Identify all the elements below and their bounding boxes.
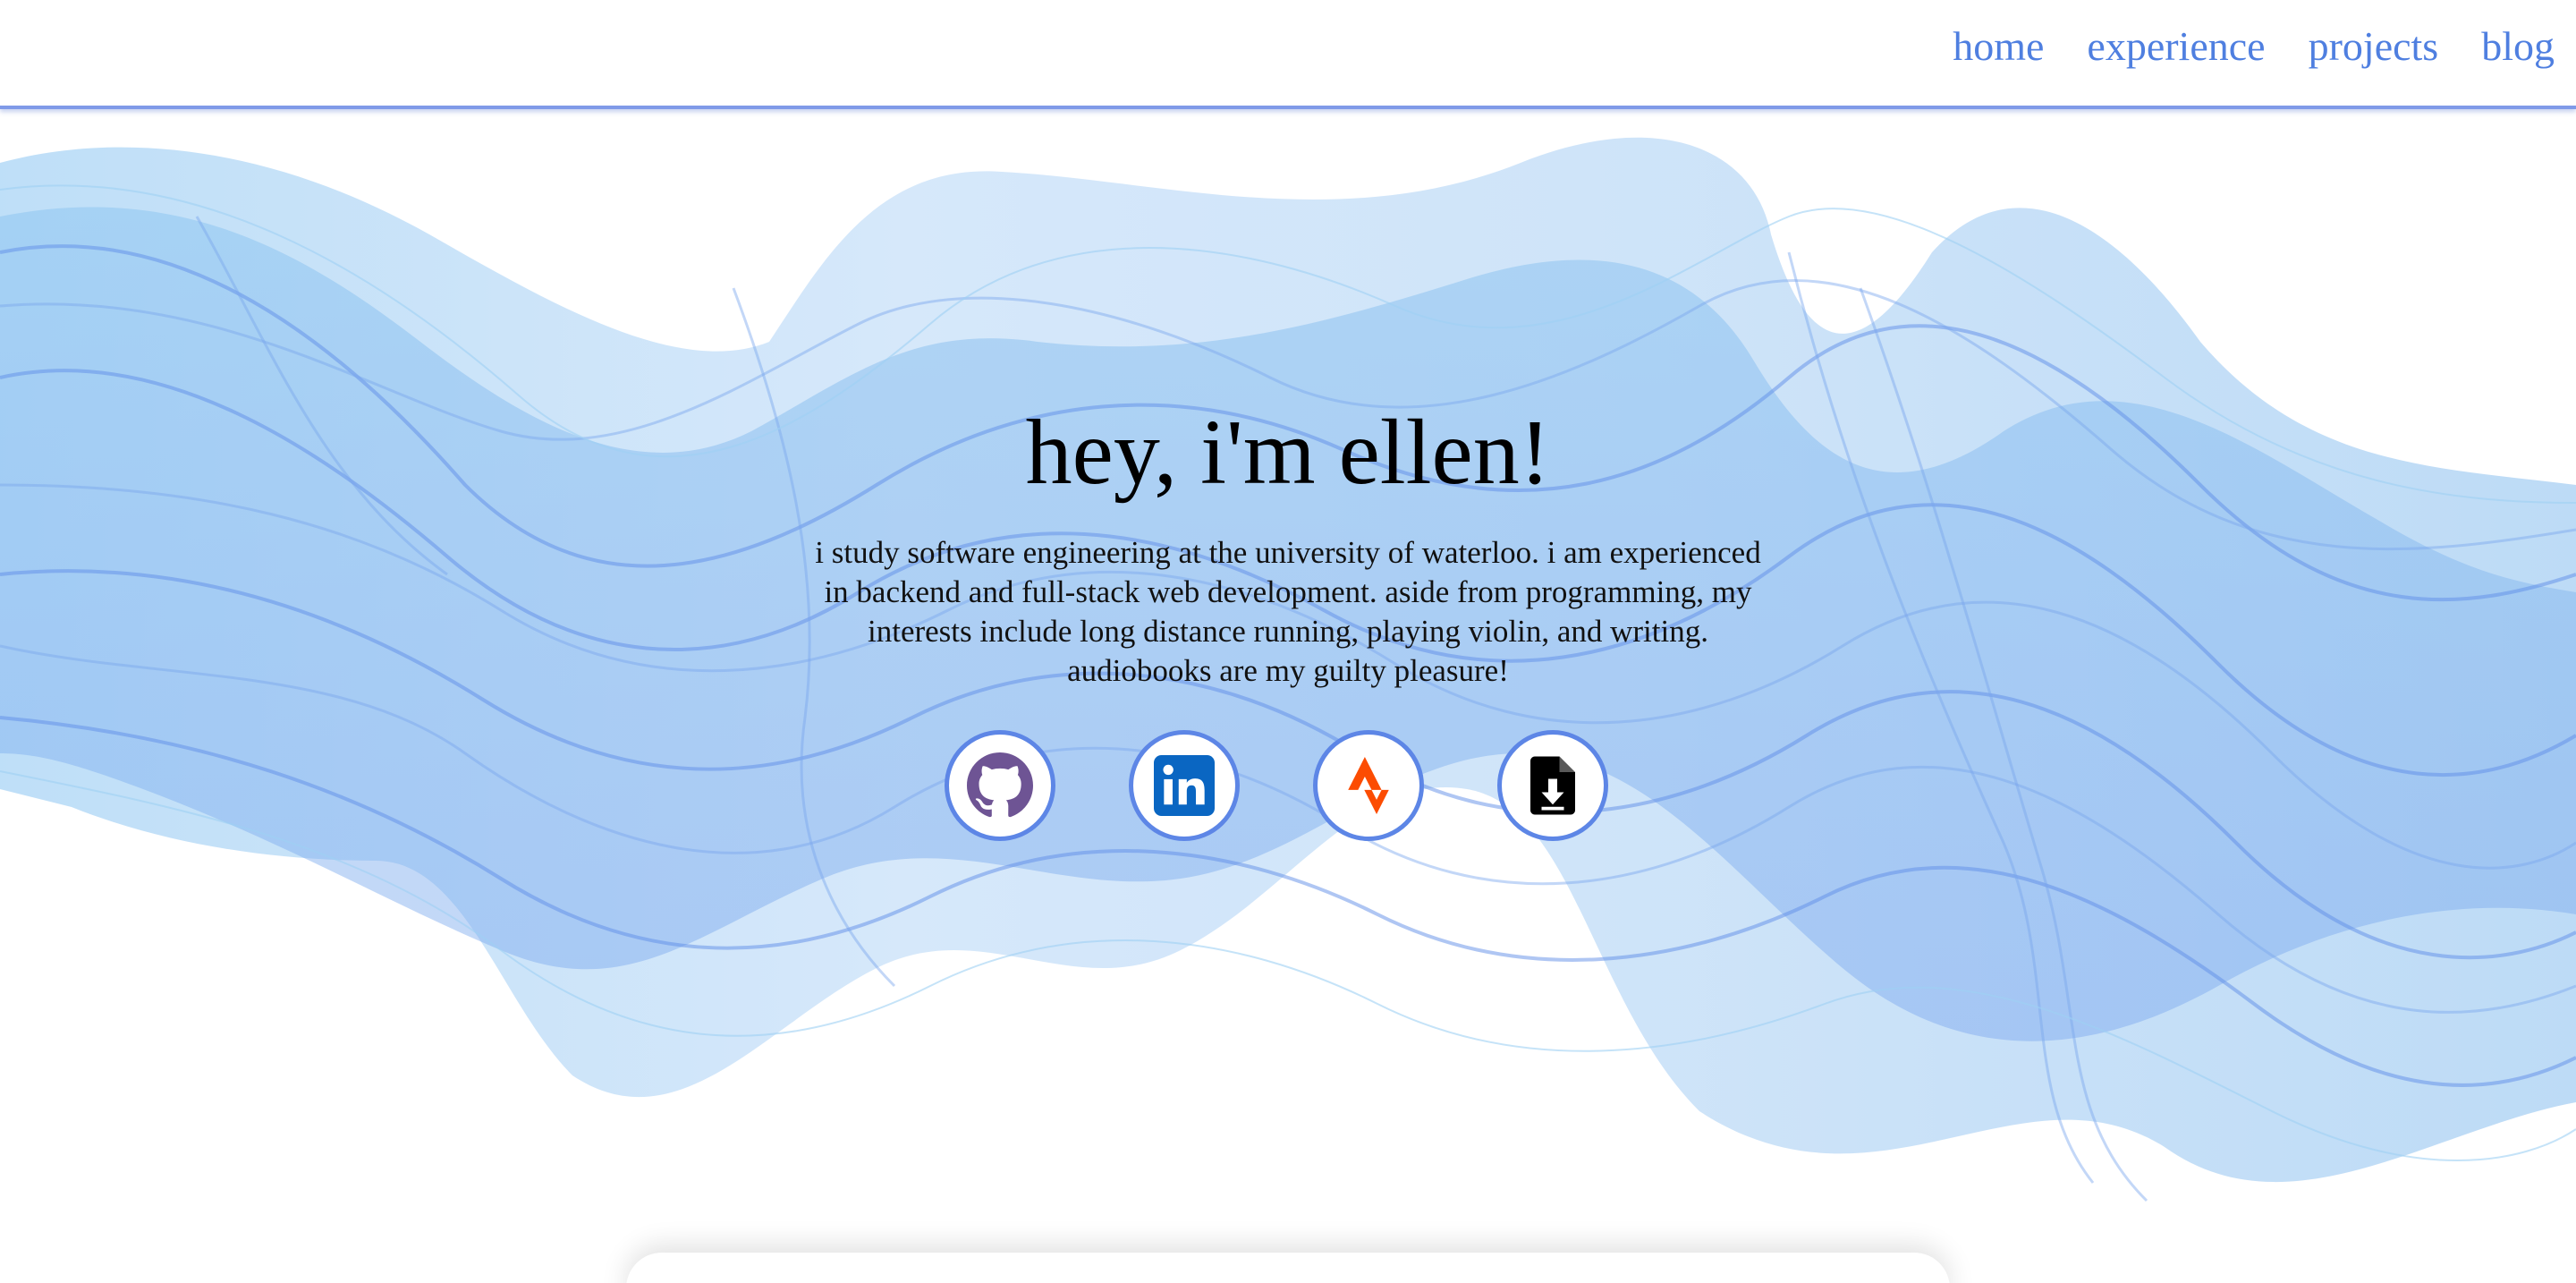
linkedin-icon [1154, 755, 1215, 816]
nav-links: home experience projects blog [1953, 20, 2555, 73]
resume-download-button[interactable] [1497, 730, 1608, 841]
background-wave-graphic [0, 137, 2576, 1202]
strava-button[interactable] [1313, 730, 1424, 841]
nav-link-home[interactable]: home [1953, 20, 2044, 73]
top-navigation-bar: home experience projects blog [0, 0, 2576, 109]
hero-section: hey, i'm ellen! i study software enginee… [751, 394, 1825, 691]
strava-icon [1340, 757, 1397, 814]
nav-link-experience[interactable]: experience [2087, 20, 2265, 73]
nav-link-projects[interactable]: projects [2309, 20, 2439, 73]
nav-link-blog[interactable]: blog [2481, 20, 2555, 73]
content-card-edge [626, 1253, 1950, 1283]
social-links [945, 730, 1608, 841]
github-button[interactable] [945, 730, 1055, 841]
intro-paragraph: i study software engineering at the univ… [815, 535, 1761, 688]
resume-download-icon [1530, 756, 1575, 815]
page-title: hey, i'm ellen! [1025, 401, 1551, 504]
github-icon [967, 752, 1033, 819]
linkedin-button[interactable] [1129, 730, 1240, 841]
